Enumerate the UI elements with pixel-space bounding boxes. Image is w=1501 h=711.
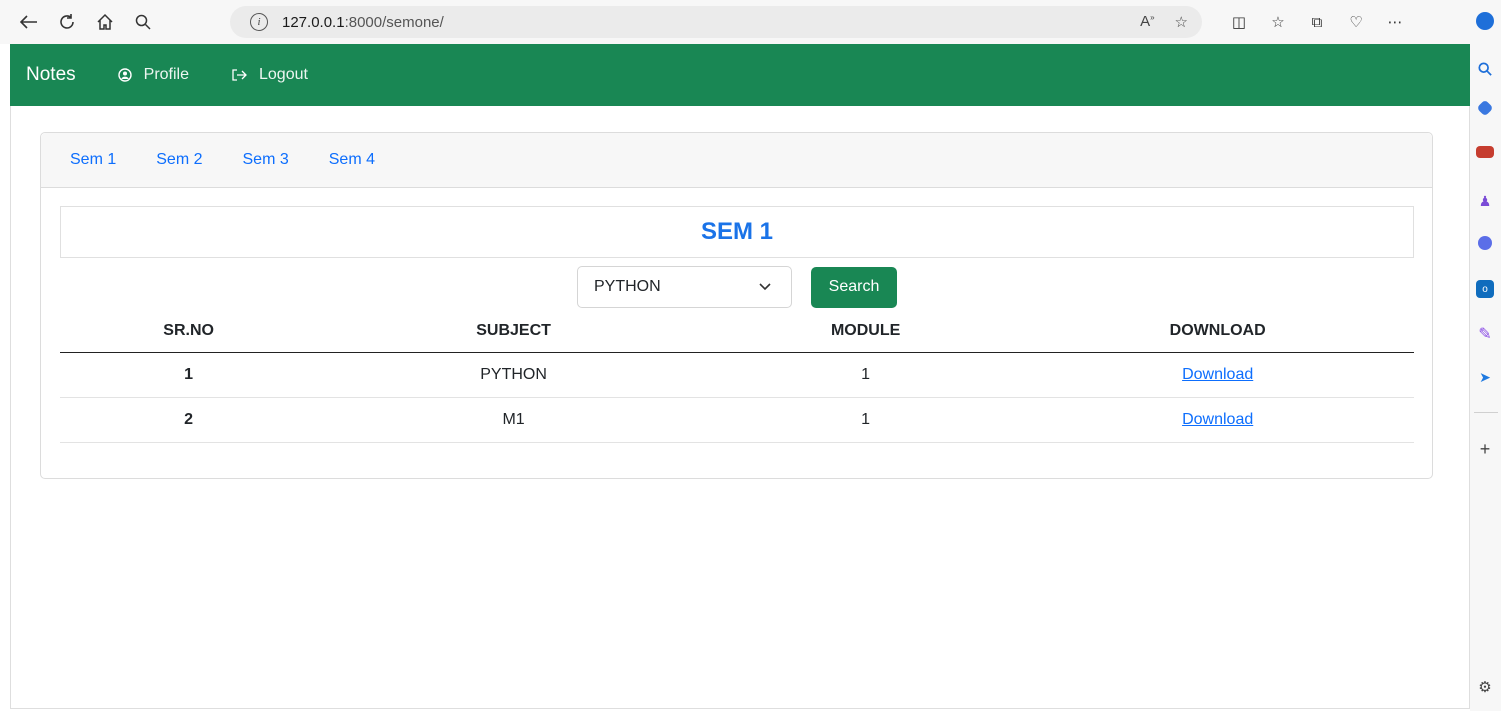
tab-sem-2[interactable]: Sem 2 (156, 151, 202, 169)
header-download: DOWNLOAD (1021, 310, 1414, 353)
logout-icon (231, 68, 247, 82)
logout-link[interactable]: Logout (231, 66, 308, 84)
search-button[interactable]: Search (811, 266, 897, 308)
url-text[interactable]: 127.0.0.1:8000/semone/ (282, 14, 444, 31)
refresh-icon[interactable] (56, 11, 78, 33)
tab-sem-3[interactable]: Sem 3 (243, 151, 289, 169)
microsoft365-icon[interactable] (1478, 236, 1492, 250)
notes-table: SR.NO SUBJECT MODULE DOWNLOAD 1 PYTHON 1… (60, 310, 1414, 443)
cell-sr: 2 (60, 397, 318, 443)
tab-sem-4[interactable]: Sem 4 (329, 151, 375, 169)
browser-essentials-icon[interactable]: ♡ (1346, 13, 1366, 31)
home-icon[interactable] (94, 11, 116, 33)
profile-link[interactable]: Profile (117, 66, 189, 84)
subject-select[interactable]: PYTHON (577, 266, 792, 308)
collections-icon[interactable]: ⧉ (1307, 14, 1327, 31)
cell-module: 1 (709, 352, 1022, 398)
table-header-row: SR.NO SUBJECT MODULE DOWNLOAD (60, 310, 1414, 353)
search-icon[interactable] (132, 11, 154, 33)
cell-subject: M1 (317, 397, 710, 443)
chevron-down-icon (759, 278, 771, 294)
sidebar-divider (1474, 412, 1498, 413)
back-icon[interactable] (18, 11, 40, 33)
app-navbar: Notes Profile Logout (10, 44, 1470, 106)
search-row: PYTHON Search (577, 266, 897, 308)
semester-card: Sem 1 Sem 2 Sem 3 Sem 4 SEM 1 PYTHON Sea… (40, 132, 1433, 479)
cell-download: Download (1021, 352, 1414, 398)
more-icon[interactable]: ⋯ (1385, 13, 1405, 31)
copilot-icon[interactable] (1476, 12, 1494, 30)
logout-label: Logout (259, 66, 308, 83)
table-row: 2 M1 1 Download (60, 397, 1414, 443)
cell-download: Download (1021, 397, 1414, 443)
cell-module: 1 (709, 397, 1022, 443)
games-icon[interactable]: ♟ (1476, 192, 1494, 210)
favorite-star-icon[interactable]: ☆ (1175, 13, 1188, 31)
tab-sem-1[interactable]: Sem 1 (70, 151, 116, 169)
profile-label: Profile (143, 66, 189, 83)
semester-title-box: SEM 1 (60, 206, 1414, 258)
address-bar[interactable]: i 127.0.0.1:8000/semone/ A» ☆ (230, 6, 1202, 38)
header-sr-no: SR.NO (60, 310, 318, 353)
tools-icon[interactable] (1476, 146, 1494, 158)
outlook-icon[interactable]: o (1476, 280, 1494, 298)
page-title: SEM 1 (700, 218, 774, 245)
favorites-icon[interactable]: ☆ (1268, 13, 1288, 31)
header-module: MODULE (709, 310, 1022, 353)
download-link[interactable]: Download (1182, 411, 1253, 428)
cell-subject: PYTHON (317, 352, 710, 398)
subject-select-value: PYTHON (594, 278, 661, 295)
search-sidebar-icon[interactable] (1476, 60, 1494, 78)
site-info-icon[interactable]: i (250, 13, 268, 31)
read-aloud-icon[interactable]: A» (1140, 13, 1154, 31)
settings-gear-icon[interactable]: ⚙ (1476, 678, 1494, 696)
user-circle-icon (117, 68, 132, 82)
add-icon[interactable]: + (1476, 439, 1494, 459)
brand-link[interactable]: Notes (26, 64, 76, 86)
download-link[interactable]: Download (1182, 366, 1253, 383)
designer-icon[interactable]: ✎ (1476, 325, 1494, 343)
cell-sr: 1 (60, 352, 318, 398)
semester-tabs: Sem 1 Sem 2 Sem 3 Sem 4 (41, 133, 1432, 188)
table-row: 1 PYTHON 1 Download (60, 352, 1414, 398)
split-screen-icon[interactable]: ◫ (1229, 13, 1249, 31)
browser-actions: ◫ ☆ ⧉ ♡ ⋯ (1210, 0, 1405, 44)
edge-sidebar: ♟ o ✎ ➤ + ⚙ (1470, 0, 1501, 711)
shopping-icon[interactable] (1476, 99, 1494, 117)
header-subject: SUBJECT (317, 310, 710, 353)
send-icon[interactable]: ➤ (1476, 368, 1494, 386)
